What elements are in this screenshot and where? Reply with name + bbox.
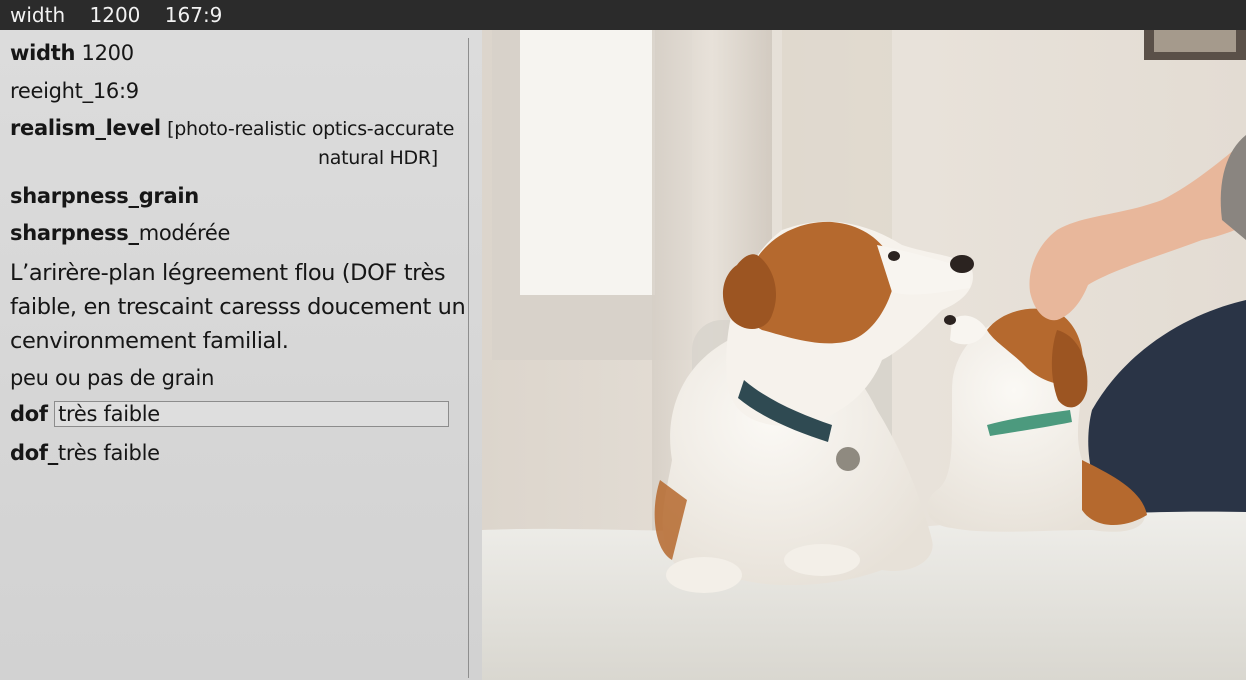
description-line: cenvironmement familial. <box>10 328 289 354</box>
title-width-label: width <box>10 3 66 27</box>
description-line: faible, en trescaint caresss doucement u… <box>10 294 466 320</box>
dogs-photo-illustration <box>482 30 1246 680</box>
sharpness-row: sharpness_modérée <box>10 220 230 246</box>
sharpness-grain-row: sharpness_grain <box>10 183 199 209</box>
dof-key: dof <box>10 402 48 426</box>
settings-panel: width 1200 reeight_16:9 realism_level [p… <box>0 30 482 680</box>
dof-input[interactable]: très faible <box>54 401 450 427</box>
width-row: width 1200 <box>10 40 134 66</box>
dof2-value: très faible <box>57 441 160 465</box>
height-row: reeight_16:9 <box>10 79 139 103</box>
realism-row: realism_level [photo-realistic optics-ac… <box>10 115 454 142</box>
width-value: 1200 <box>81 41 135 65</box>
big-dog-paw-left <box>666 557 742 593</box>
sharpness-value: modérée <box>138 221 231 245</box>
title-bar: width 1200 167:9 <box>0 0 1246 30</box>
dof2-key: dof_ <box>10 441 58 465</box>
sharpness-grain-key: sharpness_grain <box>10 184 199 208</box>
big-dog-eye <box>888 251 900 261</box>
realism-value-cont: natural HDR] <box>318 147 438 169</box>
dof-row: dof très faible <box>10 401 450 427</box>
width-key: width <box>10 41 76 65</box>
sharpness-key: sharpness_ <box>10 221 139 245</box>
big-dog-paw-right <box>784 544 860 576</box>
preview-image <box>482 30 1246 680</box>
collar-tag <box>836 447 860 471</box>
panel-divider <box>468 38 469 678</box>
dof2-row: dof_très faible <box>10 440 160 466</box>
window-glass <box>520 30 655 295</box>
puppy-nose <box>944 315 956 325</box>
realism-value: [photo-realistic optics-accurate <box>167 118 455 140</box>
title-ratio-value: 167:9 <box>164 3 223 27</box>
grain-row: peu ou pas de grain <box>10 366 215 390</box>
big-dog-nose <box>950 255 974 273</box>
realism-key: realism_level <box>10 116 161 140</box>
description-text: L’arirère-plan légreement flou (DOF très… <box>10 256 466 358</box>
title-width-value: 1200 <box>89 3 141 27</box>
description-line: L’arirère-plan légreement flou (DOF très <box>10 260 446 286</box>
picture-frame-inner <box>1154 30 1236 52</box>
